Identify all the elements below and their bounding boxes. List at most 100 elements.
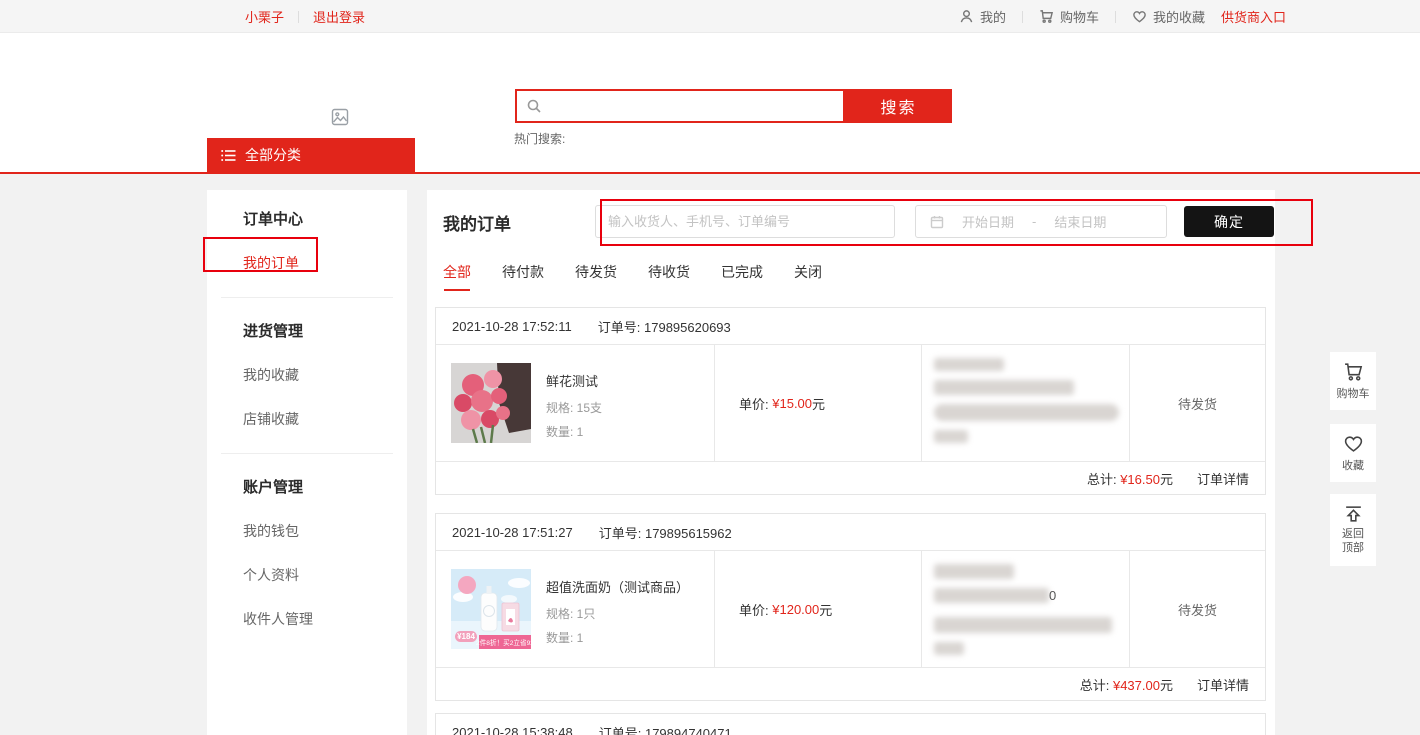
broken-image-icon	[331, 108, 349, 126]
sidebar-section-order-center: 订单中心	[243, 208, 407, 229]
redacted-text	[934, 430, 968, 443]
date-end-placeholder: 结束日期	[1054, 212, 1106, 231]
cart-icon	[1343, 361, 1364, 382]
order-detail-link[interactable]: 订单详情	[1197, 469, 1249, 488]
date-start-placeholder: 开始日期	[962, 212, 1014, 231]
page-title: 我的订单	[443, 210, 511, 235]
tab-closed[interactable]: 关闭	[794, 262, 822, 291]
search-input[interactable]	[542, 91, 843, 121]
unit-price-value: ¥120.00	[772, 602, 819, 617]
float-favorite-label: 收藏	[1342, 457, 1364, 473]
order-header: 2021-10-28 15:38:48 订单号: 179894740471	[436, 714, 1265, 735]
search-icon	[526, 98, 542, 114]
order-detail-link[interactable]: 订单详情	[1197, 675, 1249, 694]
date-range-input[interactable]: 开始日期 - 结束日期	[915, 205, 1167, 238]
cart-link[interactable]: 购物车	[1039, 7, 1099, 26]
favorites-label: 我的收藏	[1153, 7, 1205, 26]
sidebar-item-profile[interactable]: 个人资料	[243, 565, 407, 585]
divider	[1022, 11, 1023, 23]
divider	[1115, 11, 1116, 23]
all-categories-button[interactable]: 全部分类	[207, 138, 415, 172]
product-spec: 规格: 1只	[546, 605, 689, 622]
all-categories-label: 全部分类	[245, 145, 301, 165]
supplier-entry-link[interactable]: 供货商入口	[1221, 7, 1286, 26]
tab-all[interactable]: 全部	[443, 262, 471, 291]
product-cell: 鲜花测试 规格: 15支 数量: 1	[436, 345, 714, 461]
order-total: 总计: ¥16.50元	[1087, 469, 1173, 488]
order-date: 2021-10-28 17:52:11	[452, 319, 572, 334]
confirm-button[interactable]: 确定	[1184, 206, 1274, 237]
order-number: 订单号: 179895615962	[599, 523, 732, 542]
redacted-text	[934, 642, 964, 655]
sidebar-item-shop-favorites[interactable]: 店铺收藏	[243, 409, 407, 429]
order-number: 订单号: 179894740471	[599, 723, 732, 735]
my-account-label: 我的	[980, 7, 1006, 26]
topbar: 小栗子 退出登录 我的 购物车 我的收藏 供货商入口	[0, 0, 1420, 33]
product-qty: 数量: 1	[546, 629, 689, 646]
redacted-text	[934, 358, 1004, 371]
order-total: 总计: ¥437.00元	[1080, 675, 1173, 694]
tab-pending-receipt[interactable]: 待收货	[648, 262, 690, 291]
divider	[221, 297, 393, 298]
order-status: 待发货	[1129, 345, 1265, 461]
order-date: 2021-10-28 15:38:48	[452, 725, 573, 735]
sidebar-section-purchase: 进货管理	[243, 320, 407, 341]
unit-price-value: ¥15.00	[772, 396, 812, 411]
category-list-icon	[221, 149, 236, 162]
order-header: 2021-10-28 17:52:11 订单号: 179895620693	[436, 308, 1265, 345]
recipient-cell-redacted: 0	[921, 551, 1129, 667]
product-name[interactable]: 鲜花测试	[546, 371, 602, 390]
unit-price-cell: 单价: ¥15.00元	[714, 345, 921, 461]
heart-icon	[1132, 9, 1147, 24]
redacted-text	[934, 564, 1014, 579]
sidebar: 订单中心 我的订单 进货管理 我的收藏 店铺收藏 账户管理 我的钱包 个人资料 …	[207, 190, 407, 735]
my-account-link[interactable]: 我的	[959, 7, 1006, 26]
divider	[298, 11, 299, 23]
username-link[interactable]: 小栗子	[245, 7, 284, 26]
back-to-top-label: 返回顶部	[1341, 528, 1365, 556]
main-panel: 我的订单 开始日期 - 结束日期 确定 全部 待付款 待发货 待收货 已完成 关…	[427, 190, 1275, 735]
tab-completed[interactable]: 已完成	[721, 262, 763, 291]
order-total-value: ¥437.00	[1113, 678, 1160, 693]
header-band: 搜索 热门搜索:	[0, 34, 1420, 138]
product-image-banner: 2件8折！买2立省92	[476, 638, 531, 647]
product-image-cleanser[interactable]: ¥184 2件8折！买2立省92	[451, 569, 531, 649]
unit-price-cell: 单价: ¥120.00元	[714, 551, 921, 667]
float-cart-button[interactable]: 购物车	[1330, 352, 1376, 410]
product-cell: ¥184 2件8折！买2立省92 超值洗面奶（测试商品） 规格: 1只 数量: …	[436, 551, 714, 667]
tab-pending-payment[interactable]: 待付款	[502, 262, 544, 291]
product-name[interactable]: 超值洗面奶（测试商品）	[546, 577, 689, 596]
back-to-top-button[interactable]: 返回顶部	[1330, 494, 1376, 566]
float-favorite-button[interactable]: 收藏	[1330, 424, 1376, 482]
order-card: 2021-10-28 17:52:11 订单号: 179895620693	[435, 307, 1266, 495]
float-cart-label: 购物车	[1337, 385, 1370, 401]
redacted-text	[934, 404, 1119, 421]
sidebar-item-my-orders[interactable]: 我的订单	[243, 253, 407, 273]
tab-pending-shipment[interactable]: 待发货	[575, 262, 617, 291]
recipient-cell-redacted	[921, 345, 1129, 461]
order-number: 订单号: 179895620693	[598, 317, 731, 336]
recipient-partial-text: 0	[1049, 588, 1056, 603]
logout-link[interactable]: 退出登录	[313, 7, 365, 26]
sidebar-section-account: 账户管理	[243, 476, 407, 497]
calendar-icon	[930, 215, 944, 229]
sidebar-item-recipient-management[interactable]: 收件人管理	[243, 609, 407, 629]
order-card: 2021-10-28 15:38:48 订单号: 179894740471	[435, 713, 1266, 735]
order-search-input[interactable]	[595, 205, 895, 238]
search-button[interactable]: 搜索	[845, 89, 952, 123]
sidebar-item-my-wallet[interactable]: 我的钱包	[243, 521, 407, 541]
order-date: 2021-10-28 17:51:27	[452, 525, 573, 540]
user-icon	[959, 9, 974, 24]
redacted-text	[934, 617, 1112, 633]
product-spec: 规格: 15支	[546, 399, 602, 416]
product-image-flowers[interactable]	[451, 363, 531, 443]
order-status: 待发货	[1129, 551, 1265, 667]
sidebar-item-my-favorites[interactable]: 我的收藏	[243, 365, 407, 385]
heart-icon	[1343, 433, 1364, 454]
order-tabs: 全部 待付款 待发货 待收货 已完成 关闭	[443, 262, 822, 291]
search-box	[515, 89, 845, 123]
date-separator: -	[1032, 214, 1036, 229]
back-to-top-icon	[1343, 504, 1364, 525]
order-header: 2021-10-28 17:51:27 订单号: 179895615962	[436, 514, 1265, 551]
favorites-link[interactable]: 我的收藏	[1132, 7, 1205, 26]
